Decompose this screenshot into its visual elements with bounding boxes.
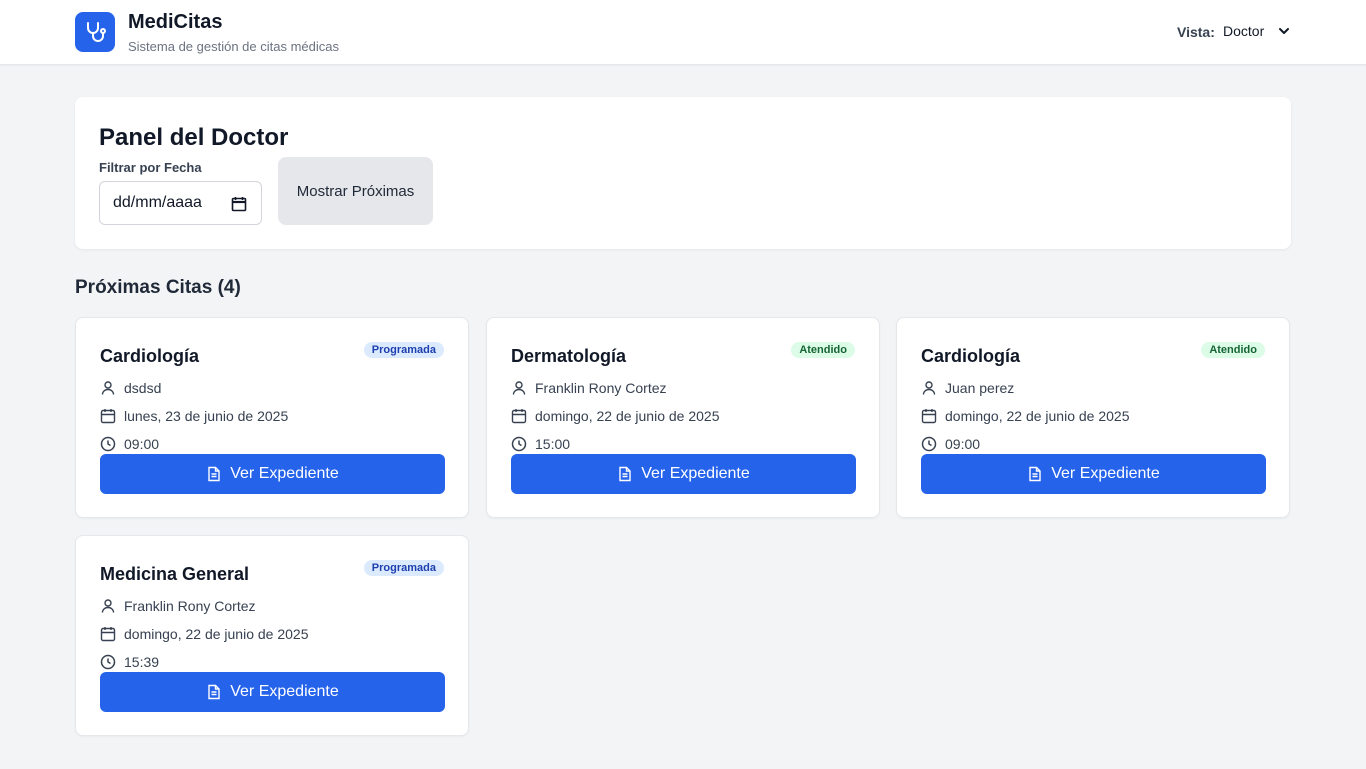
user-icon [921,380,937,396]
user-icon [100,380,116,396]
time-row: 15:00 [511,436,570,452]
clock-icon [511,436,527,452]
appointment-specialty: Medicina General [100,564,250,584]
appointment-date: domingo, 22 de junio de 2025 [945,408,1130,424]
calendar-icon [511,408,527,424]
time-row: 15:39 [100,654,159,670]
appointment-time: 15:39 [124,654,160,670]
status-badge: Atendido [1201,342,1265,358]
show-upcoming-button[interactable]: Mostrar Próximas [278,157,433,225]
appointment-card: Medicina General Programada Franklin Ron… [75,535,469,736]
calendar-icon [100,626,116,642]
panel-title: Panel del Doctor [99,124,289,151]
view-record-button[interactable]: Ver Expediente [511,454,856,494]
app-title: MediCitas [128,11,223,33]
view-record-label: Ver Expediente [230,683,339,700]
upcoming-appointments-title: Próximas Citas (4) [75,277,241,298]
patient-name: Juan perez [945,380,1015,396]
calendar-icon [921,408,937,424]
status-badge: Programada [363,560,444,576]
patient-row: Franklin Rony Cortez [511,380,667,396]
app-subtitle: Sistema de gestión de citas médicas [128,39,339,54]
clock-icon [100,436,116,452]
calendar-icon[interactable] [231,196,247,212]
patient-name: dsdsd [124,380,162,396]
appointment-time: 09:00 [124,436,160,452]
appointment-card: Dermatología Atendido Franklin Rony Cort… [486,317,880,518]
clock-icon [100,654,116,670]
patient-row: Franklin Rony Cortez [100,598,256,614]
top-header: MediCitas Sistema de gestión de citas mé… [0,0,1366,65]
status-badge: Programada [363,342,444,358]
status-badge: Atendido [791,342,855,358]
view-record-label: Ver Expediente [230,465,339,482]
appointment-date: domingo, 22 de junio de 2025 [124,626,309,642]
date-row: lunes, 23 de junio de 2025 [100,408,288,424]
view-record-button[interactable]: Ver Expediente [921,454,1266,494]
date-row: domingo, 22 de junio de 2025 [511,408,719,424]
patient-row: Juan perez [921,380,1014,396]
clock-icon [921,436,937,452]
appointment-card: Cardiología Programada dsdsd lunes, 23 d… [75,317,469,518]
appointment-specialty: Cardiología [921,346,1021,366]
file-text-icon [1029,466,1041,482]
chevron-down-icon [1279,28,1290,34]
stethoscope-icon [75,12,115,52]
user-icon [100,598,116,614]
view-record-button[interactable]: Ver Expediente [100,454,445,494]
appointment-date: lunes, 23 de junio de 2025 [124,408,289,424]
appointment-specialty: Cardiología [100,346,200,366]
view-record-button[interactable]: Ver Expediente [100,672,445,712]
appointment-time: 09:00 [945,436,981,452]
time-row: 09:00 [921,436,980,452]
file-text-icon [619,466,631,482]
appointment-specialty: Dermatología [511,346,627,366]
patient-name: Franklin Rony Cortez [535,380,667,396]
view-record-label: Ver Expediente [1051,465,1160,482]
doctor-panel: Panel del Doctor Filtrar por Fecha dd/mm… [75,97,1291,249]
date-row: domingo, 22 de junio de 2025 [100,626,308,642]
date-filter-input[interactable]: dd/mm/aaaa [99,181,262,225]
patient-name: Franklin Rony Cortez [124,598,256,614]
time-row: 09:00 [100,436,159,452]
appointment-date: domingo, 22 de junio de 2025 [535,408,720,424]
vista-label: Vista: [1177,24,1215,40]
date-row: domingo, 22 de junio de 2025 [921,408,1129,424]
calendar-icon [100,408,116,424]
date-placeholder: dd/mm/aaaa [113,194,202,211]
appointment-time: 15:00 [535,436,571,452]
appointment-card: Cardiología Atendido Juan perez domingo,… [896,317,1290,518]
file-text-icon [208,684,220,700]
vista-select-value: Doctor [1223,23,1265,39]
patient-row: dsdsd [100,380,161,396]
view-record-label: Ver Expediente [641,465,750,482]
filter-date-label: Filtrar por Fecha [99,160,202,175]
vista-select[interactable]: Doctor [1223,23,1290,39]
file-text-icon [208,466,220,482]
user-icon [511,380,527,396]
